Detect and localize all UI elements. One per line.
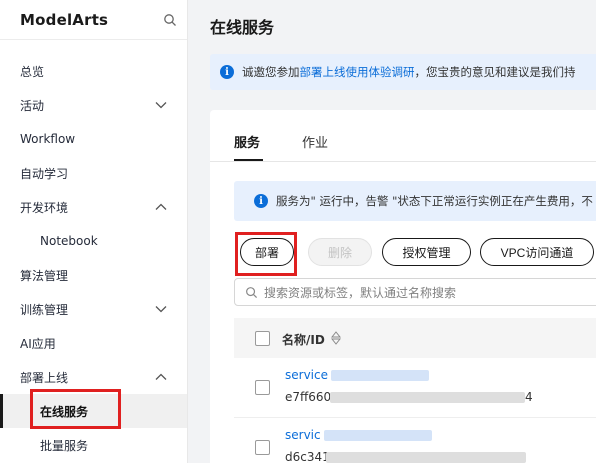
chevron-up-icon — [155, 373, 167, 380]
sort-icon[interactable] — [331, 331, 341, 345]
service-name-link[interactable]: servic — [285, 428, 321, 442]
table-row: servic d6c341 — [234, 418, 596, 463]
sidebar-item-label: 训练管理 — [20, 302, 69, 317]
sidebar-item-notebook[interactable]: Notebook — [0, 224, 187, 258]
sidebar-item-ai-apps[interactable]: AI应用 — [0, 326, 187, 360]
sidebar-item-label: 总览 — [20, 64, 45, 79]
notice-text: 服务为" 运行中，告警 "状态下正常运行实例正在产生费用，不 — [276, 194, 593, 208]
sidebar-item-label: 活动 — [20, 98, 45, 113]
select-all-checkbox[interactable] — [255, 331, 270, 346]
sidebar-item-training[interactable]: 训练管理 — [0, 292, 187, 326]
table-row: service e7ff660 4 — [234, 358, 596, 418]
sidebar-item-label: 自动学习 — [20, 166, 69, 181]
column-header-name: 名称/ID — [282, 333, 325, 347]
service-id-prefix: d6c341 — [285, 450, 330, 463]
chevron-down-icon — [155, 102, 167, 109]
search-placeholder: 搜索资源或标签，默认通过名称搜索 — [264, 285, 457, 300]
search-icon[interactable] — [163, 13, 177, 27]
sidebar-item-label: Workflow — [20, 132, 76, 146]
vpc-access-channel-button[interactable]: VPC访问通道 — [480, 238, 594, 266]
billing-notice: i 服务为" 运行中，告警 "状态下正常运行实例正在产生费用，不 — [234, 181, 596, 221]
delete-button[interactable]: 删除 — [308, 238, 372, 266]
row-checkbox[interactable] — [255, 440, 270, 455]
page-title: 在线服务 — [210, 18, 275, 37]
annotation-highlight-online-service — [30, 389, 121, 429]
survey-link[interactable]: 部署上线使用体验调研 — [300, 64, 415, 80]
service-id: e7ff660 — [285, 390, 331, 404]
info-icon: i — [220, 65, 234, 79]
sidebar-item-algorithm[interactable]: 算法管理 — [0, 258, 187, 292]
main-content: 在线服务 i 诚邀您参加 部署上线使用体验调研 ，您宝贵的意见和建议是我们持 服… — [188, 0, 596, 463]
search-icon — [246, 286, 258, 298]
survey-banner: i 诚邀您参加 部署上线使用体验调研 ，您宝贵的意见和建议是我们持 — [210, 54, 596, 90]
table-header: 名称/ID — [234, 318, 596, 358]
sidebar-item-label: 批量服务 — [40, 438, 89, 453]
sidebar-item-label: AI应用 — [20, 336, 56, 351]
sidebar-item-label: Notebook — [40, 234, 98, 248]
tab-services[interactable]: 服务 — [234, 132, 260, 151]
service-id: d6c341 — [285, 450, 330, 463]
brand-row: ModelArts — [0, 0, 187, 40]
sidebar-item-workflow[interactable]: Workflow — [0, 122, 187, 156]
chevron-down-icon — [155, 306, 167, 313]
service-id-prefix: e7ff660 — [285, 390, 332, 404]
sidebar-item-overview[interactable]: 总览 — [0, 54, 187, 88]
tab-bar: 服务 作业 — [210, 110, 596, 162]
sidebar-item-label: 算法管理 — [20, 268, 69, 283]
sidebar-item-label: 部署上线 — [20, 370, 69, 385]
redacted-id — [326, 452, 526, 463]
sidebar-item-dev-env[interactable]: 开发环境 — [0, 190, 187, 224]
info-icon: i — [254, 194, 268, 208]
tab-jobs[interactable]: 作业 — [302, 132, 328, 151]
redacted-name — [331, 370, 429, 381]
banner-prefix: 诚邀您参加 — [242, 65, 300, 79]
auth-management-button[interactable]: 授权管理 — [382, 238, 471, 266]
sidebar-item-activity[interactable]: 活动 — [0, 88, 187, 122]
redacted-name — [324, 430, 432, 441]
service-name-link[interactable]: service — [285, 368, 328, 382]
banner-suffix: ，您宝贵的意见和建议是我们持 — [414, 65, 576, 79]
search-input[interactable]: 搜索资源或标签，默认通过名称搜索 — [234, 278, 596, 306]
sidebar-item-auto-learning[interactable]: 自动学习 — [0, 156, 187, 190]
annotation-highlight-deploy — [235, 232, 297, 276]
service-card: 服务 作业 i 服务为" 运行中，告警 "状态下正常运行实例正在产生费用，不 部… — [210, 110, 596, 463]
redacted-id — [330, 392, 525, 403]
active-tab-indicator — [234, 159, 263, 161]
sidebar-item-label: 开发环境 — [20, 200, 69, 215]
sidebar: ModelArts 总览 活动 Workflow 自动学习 开发环境 Noteb… — [0, 0, 188, 463]
row-checkbox[interactable] — [255, 380, 270, 395]
brand-title: ModelArts — [20, 10, 109, 29]
service-id-suffix: 4 — [525, 390, 533, 404]
sidebar-item-batch-service[interactable]: 批量服务 — [0, 428, 187, 462]
chevron-up-icon — [155, 203, 167, 210]
